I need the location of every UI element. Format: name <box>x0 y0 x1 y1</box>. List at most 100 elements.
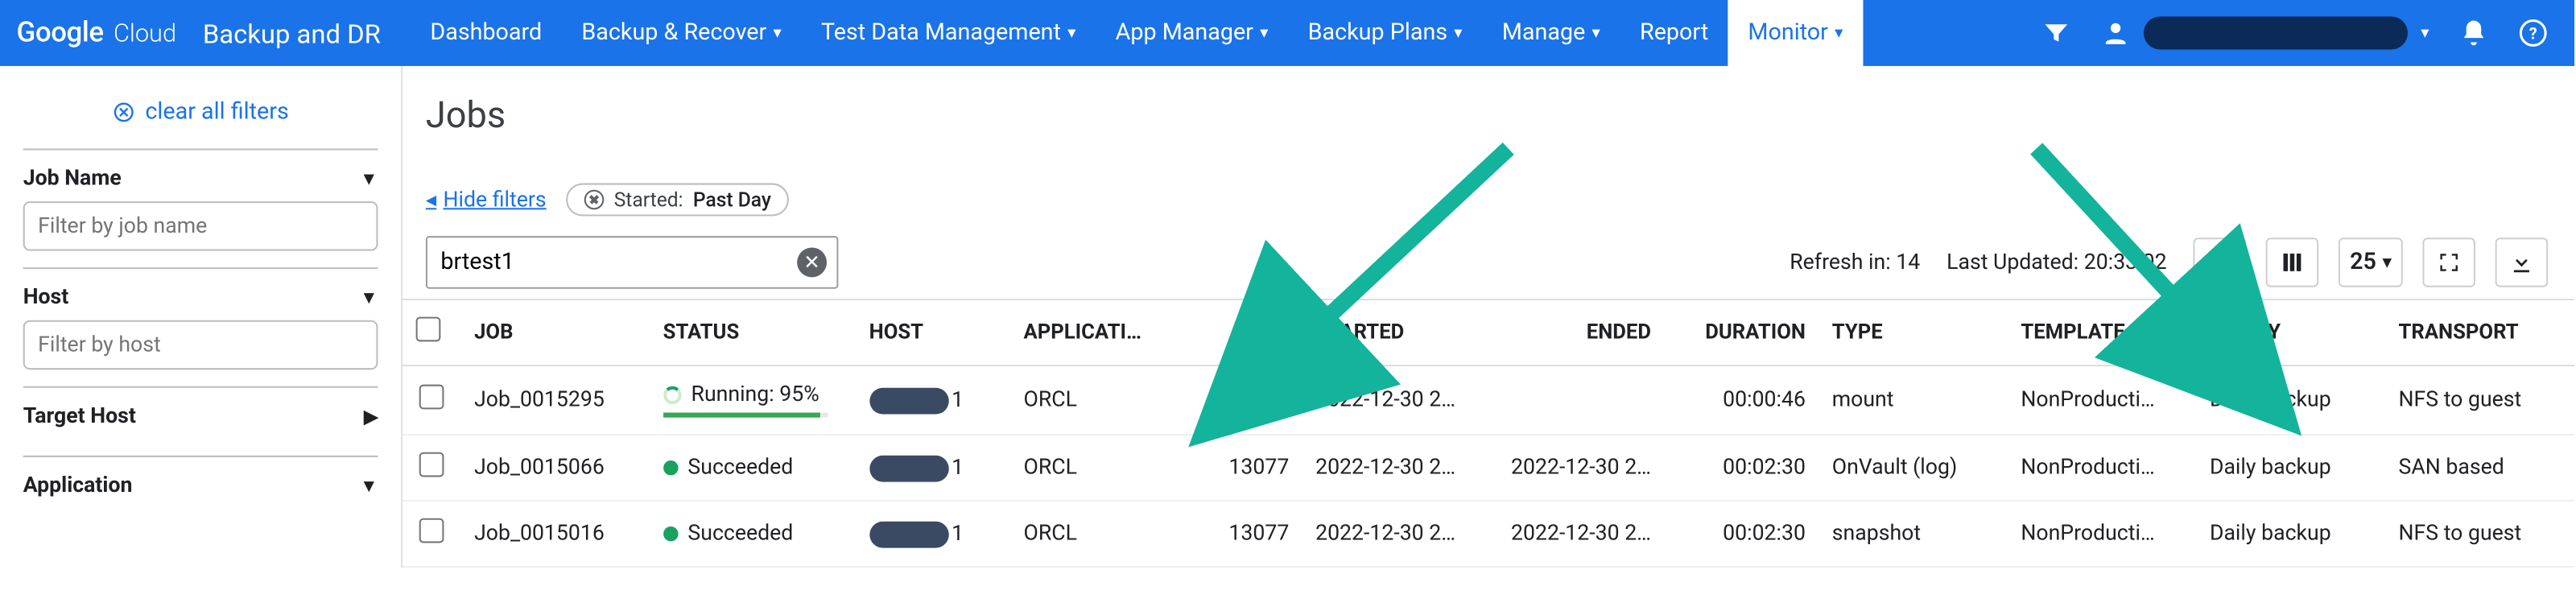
column-header-transport[interactable]: TRANSPORT <box>2385 299 2574 365</box>
nav-item-report[interactable]: Report <box>1620 0 1728 66</box>
table-row[interactable]: Job_0015066Succeeded1ORCL130772022-12-30… <box>402 435 2574 501</box>
row-select-cell <box>402 365 460 435</box>
nav-item-test-data-management[interactable]: Test Data Management▾ <box>801 0 1096 66</box>
started-cell: 2022-12-30 2… <box>1302 435 1492 501</box>
chevron-right-icon: ▶ <box>364 406 378 427</box>
nav-item-manage[interactable]: Manage▾ <box>1482 0 1620 66</box>
appid-cell: 13077 <box>1182 435 1302 501</box>
chevron-down-icon: ▾ <box>1067 24 1075 43</box>
nav-item-dashboard[interactable]: Dashboard <box>411 0 562 66</box>
page-size-value: 25 <box>2350 250 2376 276</box>
person-icon <box>2101 19 2131 48</box>
row-checkbox[interactable] <box>419 518 444 543</box>
column-header-duration[interactable]: DURATION <box>1664 299 1818 365</box>
column-header-applicati[interactable]: APPLICATI… <box>1010 299 1182 365</box>
clear-all-filters-label: clear all filters <box>145 99 288 126</box>
clear-icon <box>112 101 135 124</box>
chevron-down-icon: ▾ <box>2383 254 2391 272</box>
product-name[interactable]: Backup and DR <box>203 18 381 49</box>
filter-section-title: Host <box>23 286 69 311</box>
columns-button[interactable] <box>2266 237 2319 287</box>
nav-item-app-manager[interactable]: App Manager▾ <box>1096 0 1288 66</box>
application-cell: ORCL <box>1010 365 1182 435</box>
filter-section-header[interactable]: Target Host ▶ <box>23 401 378 439</box>
policy-cell: Daily backup <box>2197 435 2386 501</box>
content-area: Jobs ◂ Hide filters Started: Past Day ✕ <box>401 66 2574 568</box>
policy-cell: Daily backup <box>2197 365 2386 435</box>
filter-chip-started[interactable]: Started: Past Day <box>566 184 789 217</box>
clear-all-filters-link[interactable]: clear all filters <box>23 86 378 149</box>
columns-icon <box>2279 250 2306 276</box>
success-dot-icon <box>663 460 678 475</box>
host-cell: 1 <box>856 365 1010 435</box>
host-redacted <box>869 455 948 481</box>
status-text: Succeeded <box>687 522 793 547</box>
nav-item-backup-recover[interactable]: Backup & Recover▾ <box>562 0 802 66</box>
column-header-host[interactable]: HOST <box>856 299 1010 365</box>
type-cell: snapshot <box>1818 501 2008 567</box>
filter-section-title: Application <box>23 473 133 498</box>
select-all-checkbox[interactable] <box>416 317 441 342</box>
filter-section-title: Job Name <box>23 167 122 192</box>
status-cell: Running: 95% <box>650 365 856 435</box>
nav-label: Backup Plans <box>1308 20 1447 47</box>
status-cell: Succeeded <box>650 501 856 567</box>
ended-cell <box>1491 365 1664 435</box>
filter-input-job-name[interactable] <box>23 201 378 251</box>
column-header-ended[interactable]: ENDED <box>1491 299 1664 365</box>
filter-section-host: Host▼ <box>23 267 378 386</box>
help-icon[interactable]: ? <box>2518 19 2548 48</box>
filter-section-header[interactable]: Host▼ <box>23 283 378 320</box>
brand-block: Google Cloud Backup and DR <box>0 0 411 66</box>
filter-icon[interactable] <box>2041 19 2071 48</box>
transport-cell: SAN based <box>2385 435 2574 501</box>
user-menu[interactable]: ▾ <box>2101 17 2429 50</box>
hide-filters-link[interactable]: ◂ Hide filters <box>426 188 547 213</box>
refresh-button[interactable] <box>2193 237 2246 287</box>
hide-filters-label: Hide filters <box>443 188 546 213</box>
success-dot-icon <box>663 526 678 541</box>
column-header-started[interactable]: STARTED <box>1302 299 1492 365</box>
type-cell: OnVault (log) <box>1818 435 2008 501</box>
search-box[interactable]: ✕ <box>426 236 839 289</box>
column-header-template[interactable]: TEMPLATE <box>2008 299 2197 365</box>
row-select-cell <box>402 501 460 567</box>
bell-icon[interactable] <box>2459 19 2489 48</box>
filter-sidebar: clear all filters Job Name▼ Host▼ Target H… <box>0 66 401 568</box>
column-header-type[interactable]: TYPE <box>1818 299 2008 365</box>
search-input[interactable] <box>440 250 797 276</box>
refresh-in: Refresh in: 14 <box>1790 250 1920 275</box>
host-cell: 1 <box>856 435 1010 501</box>
clear-search-icon[interactable]: ✕ <box>797 248 827 278</box>
nav-item-monitor[interactable]: Monitor ▾ <box>1728 0 1863 66</box>
table-row[interactable]: Job_0015295Running: 95%1ORCL130772022-12… <box>402 365 2574 435</box>
filter-section-header[interactable]: Application▼ <box>23 470 378 508</box>
row-checkbox[interactable] <box>419 385 444 410</box>
job-cell: Job_0015016 <box>461 501 650 567</box>
nav-item-backup-plans[interactable]: Backup Plans▾ <box>1288 0 1482 66</box>
transport-cell: NFS to guest <box>2385 365 2574 435</box>
download-button[interactable] <box>2496 237 2549 287</box>
column-header-status[interactable]: STATUS <box>650 299 856 365</box>
filter-section-title: Target Host <box>23 404 136 429</box>
fullscreen-button[interactable] <box>2422 237 2475 287</box>
remove-chip-icon[interactable] <box>584 190 605 210</box>
google-cloud-logo[interactable]: Google Cloud <box>17 17 177 50</box>
column-header-policy[interactable]: POLICY <box>2197 299 2386 365</box>
ended-cell: 2022-12-30 2… <box>1491 435 1664 501</box>
duration-cell: 00:02:30 <box>1664 501 1818 567</box>
column-header-job[interactable]: JOB <box>461 299 650 365</box>
column-header-appid[interactable]: APPID <box>1182 299 1302 365</box>
download-icon <box>2508 250 2535 276</box>
table-row[interactable]: Job_0015016Succeeded1ORCL130772022-12-30… <box>402 501 2574 567</box>
filter-section-header[interactable]: Job Name▼ <box>23 163 378 201</box>
row-checkbox[interactable] <box>419 452 444 477</box>
filter-input-host[interactable] <box>23 320 378 370</box>
chevron-down-icon: ▾ <box>1835 24 1843 43</box>
page-size-select[interactable]: 25 ▾ <box>2339 237 2403 287</box>
chip-value: Past Day <box>693 188 771 212</box>
job-cell: Job_0015295 <box>461 365 650 435</box>
template-cell: NonProducti… <box>2008 435 2197 501</box>
spinner-icon <box>663 386 682 405</box>
nav-label: Monitor <box>1748 20 1827 47</box>
